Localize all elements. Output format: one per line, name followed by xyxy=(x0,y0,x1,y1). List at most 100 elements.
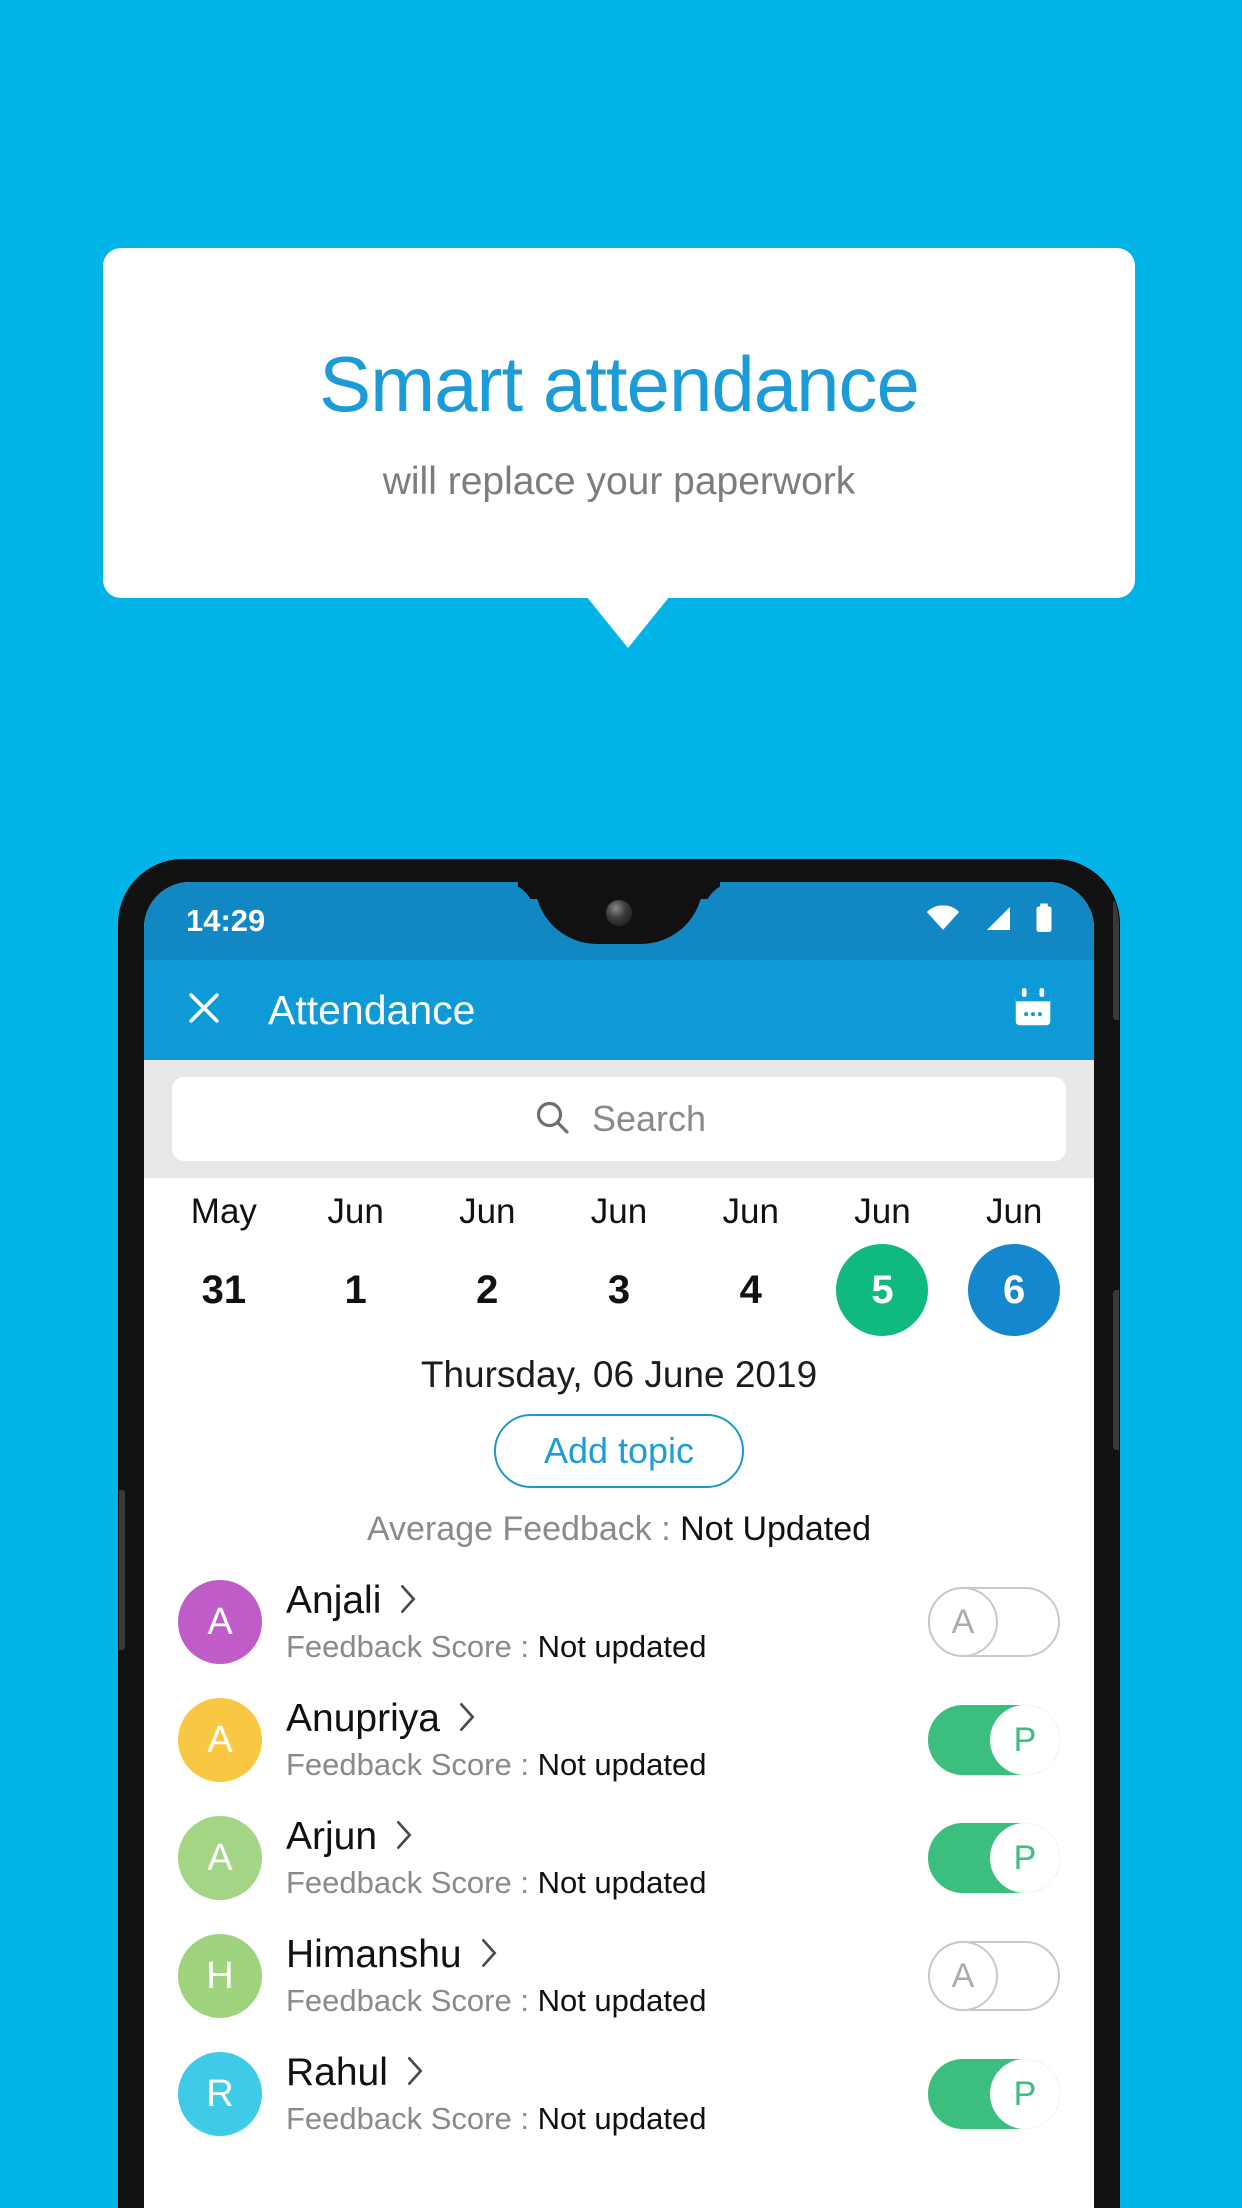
phone-power-button xyxy=(1113,1290,1119,1450)
student-info: Anupriya Feedback Score : Not updated xyxy=(286,1697,904,1783)
attendance-toggle[interactable]: P xyxy=(928,2059,1060,2129)
table-row[interactable]: R Rahul Feedback Score : Not updated P xyxy=(144,2035,1094,2153)
promo-card: Smart attendance will replace your paper… xyxy=(103,248,1135,598)
chevron-right-icon[interactable] xyxy=(393,1820,415,1855)
date-day: 3 xyxy=(607,1267,631,1312)
date-month: May xyxy=(190,1192,257,1231)
phone-mockup: 14:29 Attendance Search May 31 Jun 1 Jun… xyxy=(119,860,1119,2208)
date-month: Jun xyxy=(854,1192,911,1231)
promo-card-tail xyxy=(586,596,670,648)
attendance-toggle[interactable]: A xyxy=(928,1941,1060,2011)
search-icon xyxy=(532,1097,572,1142)
student-score: Feedback Score : Not updated xyxy=(286,1629,904,1665)
student-info: Rahul Feedback Score : Not updated xyxy=(286,2051,904,2137)
app-bar: Attendance xyxy=(144,960,1094,1060)
student-name-row: Anupriya xyxy=(286,1697,904,1741)
student-score-value: Not updated xyxy=(537,2101,707,2136)
date-month: Jun xyxy=(985,1192,1043,1231)
table-row[interactable]: A Anupriya Feedback Score : Not updated … xyxy=(144,1681,1094,1799)
date-cell-5[interactable]: Jun 5 xyxy=(817,1192,949,1336)
student-score-value: Not updated xyxy=(537,1983,707,2018)
attendance-toggle-knob: P xyxy=(990,1823,1060,1893)
date-cell-6[interactable]: Jun 6 xyxy=(948,1192,1080,1336)
date-cell-1[interactable]: Jun 1 xyxy=(290,1192,422,1336)
battery-icon xyxy=(1034,903,1054,939)
table-row[interactable]: A Arjun Feedback Score : Not updated P xyxy=(144,1799,1094,1917)
chevron-right-icon[interactable] xyxy=(404,2056,426,2091)
student-info: Anjali Feedback Score : Not updated xyxy=(286,1579,904,1665)
student-score: Feedback Score : Not updated xyxy=(286,1983,904,2019)
student-name: Himanshu xyxy=(286,1933,462,1976)
student-score: Feedback Score : Not updated xyxy=(286,2101,904,2137)
average-feedback-value: Not Updated xyxy=(680,1510,872,1548)
attendance-toggle-knob: P xyxy=(990,2059,1060,2129)
date-day: 2 xyxy=(476,1267,499,1312)
date-month: Jun xyxy=(722,1192,779,1231)
date-month: Jun xyxy=(327,1192,384,1231)
status-time: 14:29 xyxy=(186,903,266,938)
student-score-label: Feedback Score : xyxy=(286,1983,538,2018)
student-score-value: Not updated xyxy=(537,1629,707,1664)
student-list: A Anjali Feedback Score : Not updated A xyxy=(144,1563,1094,2153)
student-score: Feedback Score : Not updated xyxy=(286,1747,904,1783)
student-score-label: Feedback Score : xyxy=(286,1747,538,1782)
student-name: Rahul xyxy=(286,2051,388,2094)
calendar-icon[interactable] xyxy=(1010,985,1056,1036)
student-name: Anjali xyxy=(286,1579,382,1622)
chevron-right-icon[interactable] xyxy=(397,1584,419,1619)
student-info: Arjun Feedback Score : Not updated xyxy=(286,1815,904,1901)
promo-title: Smart attendance xyxy=(319,340,920,429)
student-score-label: Feedback Score : xyxy=(286,1629,538,1664)
student-name: Arjun xyxy=(286,1815,378,1858)
chevron-right-icon[interactable] xyxy=(456,1702,478,1737)
student-name-row: Arjun xyxy=(286,1815,904,1859)
page-title: Attendance xyxy=(268,986,476,1033)
attendance-toggle-knob: P xyxy=(990,1705,1060,1775)
search-input[interactable]: Search xyxy=(172,1077,1066,1161)
student-name-row: Anjali xyxy=(286,1579,904,1623)
attendance-toggle[interactable]: P xyxy=(928,1705,1060,1775)
signal-icon xyxy=(982,906,1012,937)
avatar: H xyxy=(178,1934,262,2018)
date-cell-4[interactable]: Jun 4 xyxy=(685,1192,817,1336)
date-cell-2[interactable]: Jun 2 xyxy=(421,1192,553,1336)
status-bar: 14:29 xyxy=(144,882,1094,960)
date-cell-3[interactable]: Jun 3 xyxy=(553,1192,685,1336)
student-score-label: Feedback Score : xyxy=(286,1865,538,1900)
wifi-icon xyxy=(926,905,960,937)
attendance-toggle[interactable]: P xyxy=(928,1823,1060,1893)
status-icons xyxy=(926,903,1054,939)
date-month: Jun xyxy=(459,1192,516,1231)
student-score: Feedback Score : Not updated xyxy=(286,1865,904,1901)
date-day-today: 5 xyxy=(836,1244,929,1336)
avatar: A xyxy=(178,1698,262,1782)
selected-day-label: Thursday, 06 June 2019 xyxy=(420,1354,818,1395)
phone-left-button xyxy=(119,1490,125,1650)
promo-subtitle: will replace your paperwork xyxy=(382,459,856,503)
front-camera xyxy=(606,900,632,926)
chevron-right-icon[interactable] xyxy=(478,1938,500,1973)
close-icon[interactable] xyxy=(182,986,226,1035)
student-name: Anupriya xyxy=(286,1697,440,1740)
add-topic-button[interactable]: Add topic xyxy=(493,1414,745,1488)
phone-volume-button xyxy=(1113,900,1119,1020)
attendance-toggle[interactable]: A xyxy=(928,1587,1060,1657)
date-cell-0[interactable]: May 31 xyxy=(158,1192,290,1336)
camera-notch xyxy=(535,882,703,944)
avatar: A xyxy=(178,1816,262,1900)
date-day-selected: 6 xyxy=(968,1244,1061,1336)
search-placeholder: Search xyxy=(591,1098,707,1139)
date-strip: May 31 Jun 1 Jun 2 Jun 3 Jun 4 Jun 5 Jun… xyxy=(144,1178,1094,1342)
date-day: 31 xyxy=(201,1267,247,1312)
add-topic-wrap: Add topic xyxy=(144,1414,1094,1488)
student-score-label: Feedback Score : xyxy=(286,2101,538,2136)
attendance-toggle-knob: A xyxy=(928,1587,998,1657)
student-name-row: Rahul xyxy=(286,2051,904,2095)
avatar: R xyxy=(178,2052,262,2136)
student-score-value: Not updated xyxy=(537,1747,707,1782)
table-row[interactable]: A Anjali Feedback Score : Not updated A xyxy=(144,1563,1094,1681)
search-area: Search xyxy=(144,1060,1094,1178)
avatar: A xyxy=(178,1580,262,1664)
student-score-value: Not updated xyxy=(537,1865,707,1900)
table-row[interactable]: H Himanshu Feedback Score : Not updated … xyxy=(144,1917,1094,2035)
